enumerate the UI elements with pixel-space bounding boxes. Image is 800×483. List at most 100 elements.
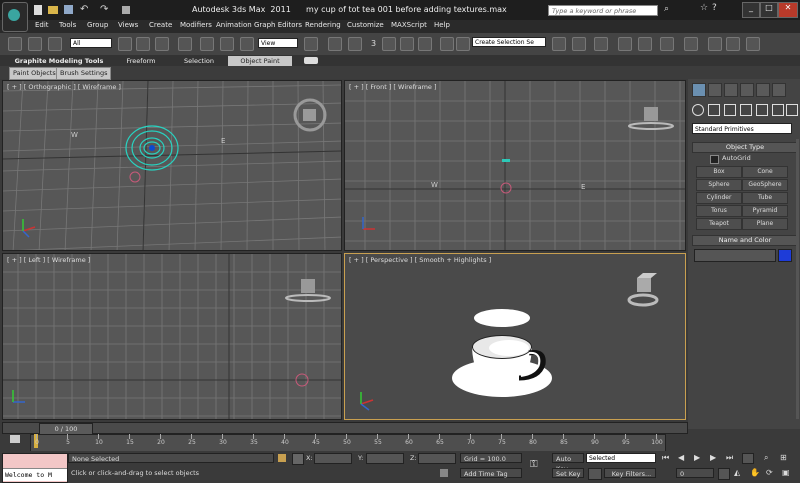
plane-button[interactable]: Plane [742, 218, 788, 230]
spinner-snap-icon[interactable] [418, 37, 432, 51]
pyramid-button[interactable]: Pyramid [742, 205, 788, 217]
bind-space-warp-icon[interactable] [48, 37, 62, 51]
named-selection-icon[interactable] [456, 37, 470, 51]
y-coordinate-field[interactable] [366, 453, 404, 464]
viewport-label-left[interactable]: [ + ] [ Left ] [ Wireframe ] [7, 256, 90, 264]
absolute-mode-icon[interactable] [292, 453, 304, 465]
motion-tab-icon[interactable] [740, 83, 754, 97]
goto-start-icon[interactable]: ⏮ [662, 453, 669, 463]
x-coordinate-field[interactable] [314, 453, 352, 464]
select-object-icon[interactable] [118, 37, 132, 51]
scale-icon[interactable] [240, 37, 254, 51]
snap-toggle-label[interactable]: 3 [371, 39, 376, 48]
helpers-icon[interactable] [756, 104, 768, 116]
current-frame-field[interactable]: 0 [676, 468, 714, 478]
edit-named-selection-icon[interactable] [440, 37, 454, 51]
viewport-orthographic[interactable]: W E [ + ] [ Orthographic ] [ Wireframe ] [2, 80, 342, 251]
menu-rendering[interactable]: Rendering [305, 21, 341, 29]
time-configuration-icon[interactable] [718, 468, 730, 480]
menu-modifiers[interactable]: Modifiers [180, 21, 212, 29]
lock-selection-icon[interactable] [278, 454, 286, 462]
maximize-viewport-icon[interactable]: ▣ [782, 468, 790, 477]
viewport-label-orthographic[interactable]: [ + ] [ Orthographic ] [ Wireframe ] [7, 83, 121, 91]
teapot-button[interactable]: Teapot [696, 218, 742, 230]
search-icon[interactable]: ⌕ [664, 4, 669, 14]
quick-access-open-icon[interactable] [48, 6, 58, 14]
help-icon[interactable]: ? [712, 3, 717, 13]
object-color-swatch[interactable] [778, 249, 792, 262]
geosphere-button[interactable]: GeoSphere [742, 179, 788, 191]
layer-manager-icon[interactable] [594, 37, 608, 51]
tab-paint-objects[interactable]: Paint Objects [9, 67, 60, 80]
create-tab-icon[interactable] [692, 83, 706, 97]
redo-icon[interactable]: ↷ [100, 4, 108, 15]
menu-group[interactable]: Group [87, 21, 108, 29]
goto-end-icon[interactable]: ⏭ [726, 453, 733, 463]
menu-edit[interactable]: Edit [35, 21, 49, 29]
cone-button[interactable]: Cone [742, 166, 788, 178]
menu-animation[interactable]: Animation [216, 21, 252, 29]
utilities-tab-icon[interactable] [772, 83, 786, 97]
viewport-left[interactable]: [ + ] [ Left ] [ Wireframe ] [2, 253, 342, 420]
menu-customize[interactable]: Customize [347, 21, 384, 29]
hierarchy-tab-icon[interactable] [724, 83, 738, 97]
modify-tab-icon[interactable] [708, 83, 722, 97]
primitive-category-dropdown[interactable]: Standard Primitives [692, 123, 792, 134]
set-key-button[interactable]: Set Key [552, 468, 584, 478]
tab-object-paint[interactable]: Object Paint [228, 56, 292, 66]
box-button[interactable]: Box [696, 166, 742, 178]
close-button[interactable]: ✕ [778, 2, 798, 18]
viewport-label-perspective[interactable]: [ + ] [ Perspective ] [ Smooth + Highlig… [349, 256, 491, 264]
app-logo-icon[interactable] [2, 2, 28, 32]
undo-icon[interactable]: ↶ [80, 4, 88, 15]
rectangle-selection-icon[interactable] [155, 37, 169, 51]
tab-selection[interactable]: Selection [176, 56, 222, 66]
select-link-icon[interactable] [8, 37, 22, 51]
orbit-icon[interactable]: ⟳ [766, 468, 773, 477]
named-selection-sets-dropdown[interactable]: Create Selection Se [472, 37, 546, 47]
lights-icon[interactable] [724, 104, 736, 116]
zoom-all-icon[interactable]: ⊞ [780, 453, 787, 462]
z-coordinate-field[interactable] [418, 453, 456, 464]
select-manipulate-icon[interactable] [328, 37, 342, 51]
autogrid-checkbox[interactable] [710, 155, 719, 164]
menu-maxscript[interactable]: MAXScript [391, 21, 427, 29]
sphere-button[interactable]: Sphere [696, 179, 742, 191]
menu-create[interactable]: Create [149, 21, 172, 29]
move-icon[interactable] [200, 37, 214, 51]
viewport-label-front[interactable]: [ + ] [ Front ] [ Wireframe ] [349, 83, 437, 91]
key-mode-toggle-icon[interactable] [742, 453, 754, 464]
geometry-icon[interactable] [692, 104, 704, 116]
favorites-icon[interactable]: ☆ [700, 3, 708, 13]
object-type-rollout[interactable]: Object Type [692, 142, 798, 153]
display-tab-icon[interactable] [756, 83, 770, 97]
viewport-perspective[interactable]: [ + ] [ Perspective ] [ Smooth + Highlig… [344, 253, 686, 420]
keyboard-shortcut-override-icon[interactable] [348, 37, 362, 51]
schematic-view-icon[interactable] [660, 37, 674, 51]
auto-key-button[interactable]: Auto Key [552, 453, 584, 473]
time-tag-icon[interactable] [440, 469, 448, 477]
command-panel-scrollbar[interactable] [796, 139, 799, 419]
key-mode-dropdown[interactable]: Selected [586, 453, 656, 463]
previous-frame-icon[interactable]: ◀ [678, 453, 684, 462]
menu-views[interactable]: Views [118, 21, 138, 29]
cameras-icon[interactable] [740, 104, 752, 116]
pan-icon[interactable]: ✋ [750, 468, 760, 477]
mini-curve-editor-icon[interactable] [10, 435, 20, 443]
angle-snap-icon[interactable] [382, 37, 396, 51]
menu-help[interactable]: Help [434, 21, 450, 29]
viewport-front[interactable]: W E [ + ] [ Front ] [ Wireframe ] [344, 80, 686, 251]
next-frame-icon[interactable]: ▶ [710, 453, 716, 462]
tab-freeform[interactable]: Freeform [118, 56, 164, 66]
project-folder-icon[interactable] [122, 6, 130, 14]
selection-filter-dropdown[interactable]: All [70, 38, 112, 48]
rendered-frame-window-icon[interactable] [726, 37, 740, 51]
material-editor-icon[interactable] [684, 37, 698, 51]
name-and-color-rollout[interactable]: Name and Color [692, 235, 798, 246]
graphite-toggle-icon[interactable] [618, 37, 632, 51]
align-icon[interactable] [572, 37, 586, 51]
cylinder-button[interactable]: Cylinder [696, 192, 742, 204]
key-filters-button[interactable]: Key Filters... [604, 468, 656, 478]
menu-graph-editors[interactable]: Graph Editors [254, 21, 302, 29]
quick-access-new-icon[interactable] [34, 5, 42, 15]
